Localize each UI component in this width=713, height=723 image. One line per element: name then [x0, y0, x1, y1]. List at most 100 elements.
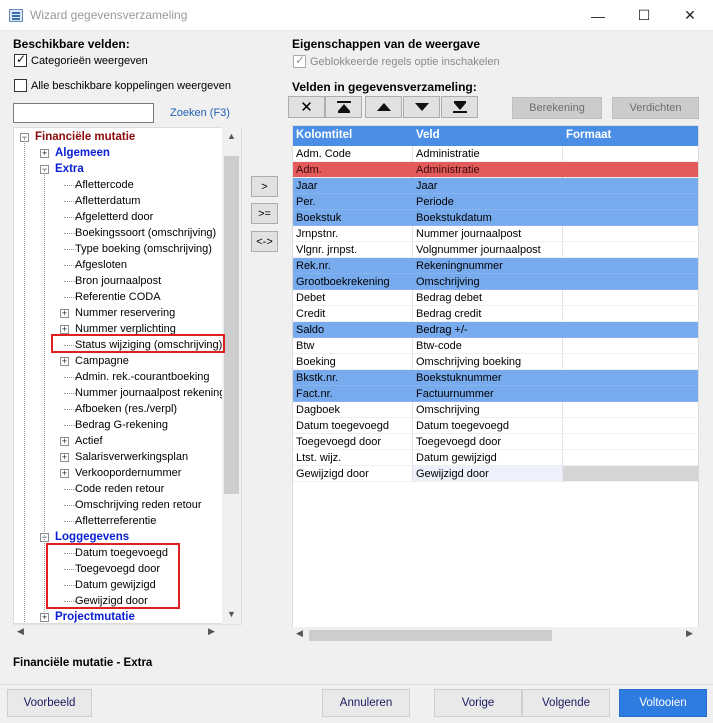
table-row[interactable]: Dagboek Omschrijving: [293, 402, 698, 418]
tree-item[interactable]: Admin. rek.-courantboeking: [14, 369, 241, 385]
move-bottom-button[interactable]: [441, 96, 478, 118]
cell-formaat[interactable]: [563, 162, 698, 178]
cell-kolomtitel[interactable]: Dagboek: [293, 402, 413, 418]
cell-formaat[interactable]: [563, 434, 698, 450]
cell-formaat[interactable]: [563, 354, 698, 370]
tree-item[interactable]: Code reden retour: [14, 481, 241, 497]
maximize-button[interactable]: ☐: [621, 0, 667, 31]
table-row[interactable]: Fact.nr. Factuurnummer: [293, 386, 698, 402]
cell-veld[interactable]: Datum toegevoegd: [413, 418, 563, 434]
expand-icon[interactable]: +: [40, 149, 49, 158]
cell-veld[interactable]: Datum gewijzigd: [413, 450, 563, 466]
expand-icon[interactable]: +: [60, 309, 69, 318]
tree-item[interactable]: Afboeken (res./verpl): [14, 401, 241, 417]
delete-field-button[interactable]: ✕: [288, 96, 325, 118]
categories-checkbox[interactable]: [14, 52, 27, 67]
tree-scroll-thumb[interactable]: [224, 156, 239, 494]
tree-item[interactable]: Bedrag G-rekening: [14, 417, 241, 433]
cell-formaat[interactable]: [563, 322, 698, 338]
table-row[interactable]: Btw Btw-code: [293, 338, 698, 354]
tree-group[interactable]: + Projectmutatie: [14, 609, 241, 623]
cell-veld[interactable]: Omschrijving: [413, 274, 563, 290]
tree-item[interactable]: + Campagne: [14, 353, 241, 369]
tree-item[interactable]: + Salarisverwerkingsplan: [14, 449, 241, 465]
cell-formaat[interactable]: [563, 274, 698, 290]
cell-veld[interactable]: Toegevoegd door: [413, 434, 563, 450]
scroll-down-arrow-icon[interactable]: ▼: [227, 609, 236, 619]
cell-formaat[interactable]: [563, 194, 698, 210]
cell-kolomtitel[interactable]: Saldo: [293, 322, 413, 338]
table-row[interactable]: Grootboekrekening Omschrijving: [293, 274, 698, 290]
search-button[interactable]: Zoeken (F3): [158, 102, 242, 124]
cell-kolomtitel[interactable]: Jrnpstnr.: [293, 226, 413, 242]
cell-formaat[interactable]: [563, 306, 698, 322]
cell-kolomtitel[interactable]: Fact.nr.: [293, 386, 413, 402]
categories-checkbox-row[interactable]: Categorieën weergeven: [14, 52, 148, 67]
cell-kolomtitel[interactable]: Per.: [293, 194, 413, 210]
cell-kolomtitel[interactable]: Vlgnr. jrnpst.: [293, 242, 413, 258]
aggregate-button[interactable]: Verdichten: [612, 97, 699, 119]
tree-group[interactable]: − Financiële mutatie: [14, 129, 241, 145]
cell-veld[interactable]: Bedrag credit: [413, 306, 563, 322]
cell-kolomtitel[interactable]: Debet: [293, 290, 413, 306]
search-input[interactable]: [13, 103, 154, 123]
cell-veld[interactable]: Omschrijving: [413, 402, 563, 418]
cancel-button[interactable]: Annuleren: [322, 689, 410, 717]
tree-group[interactable]: − Extra: [14, 161, 241, 177]
cell-formaat[interactable]: [563, 290, 698, 306]
table-row[interactable]: Saldo Bedrag +/-: [293, 322, 698, 338]
cell-kolomtitel[interactable]: Jaar: [293, 178, 413, 194]
expand-icon[interactable]: +: [60, 453, 69, 462]
cell-veld[interactable]: Boekstuknummer: [413, 370, 563, 386]
column-header-veld[interactable]: Veld: [416, 129, 440, 141]
cell-kolomtitel[interactable]: Rek.nr.: [293, 258, 413, 274]
cell-veld[interactable]: Rekeningnummer: [413, 258, 563, 274]
table-row[interactable]: Debet Bedrag debet: [293, 290, 698, 306]
calculation-button[interactable]: Berekening: [512, 97, 602, 119]
swap-field-button[interactable]: <->: [251, 231, 278, 252]
grid-scroll-thumb[interactable]: [309, 630, 552, 641]
column-header-formaat[interactable]: Formaat: [566, 129, 611, 141]
cell-kolomtitel[interactable]: Toegevoegd door: [293, 434, 413, 450]
tree-item[interactable]: Aflettercode: [14, 177, 241, 193]
cell-kolomtitel[interactable]: Ltst. wijz.: [293, 450, 413, 466]
all-links-checkbox[interactable]: [14, 79, 27, 92]
cell-kolomtitel[interactable]: Datum toegevoegd: [293, 418, 413, 434]
expand-icon[interactable]: +: [60, 437, 69, 446]
preview-button[interactable]: Voorbeeld: [7, 689, 92, 717]
cell-veld[interactable]: Factuurnummer: [413, 386, 563, 402]
table-row[interactable]: Credit Bedrag credit: [293, 306, 698, 322]
tree-item[interactable]: Omschrijving reden retour: [14, 497, 241, 513]
scroll-up-arrow-icon[interactable]: ▲: [227, 131, 236, 141]
cell-kolomtitel[interactable]: Adm. Code: [293, 146, 413, 162]
table-row[interactable]: Gewijzigd door Gewijzigd door: [293, 466, 698, 482]
cell-veld[interactable]: Boekstukdatum: [413, 210, 563, 226]
finish-button[interactable]: Voltooien: [619, 689, 707, 717]
cell-veld[interactable]: Nummer journaalpost: [413, 226, 563, 242]
cell-formaat[interactable]: [563, 402, 698, 418]
tree-item[interactable]: Afletterdatum: [14, 193, 241, 209]
tree-item[interactable]: Boekingssoort (omschrijving): [14, 225, 241, 241]
cell-kolomtitel[interactable]: Boeking: [293, 354, 413, 370]
tree-item[interactable]: Referentie CODA: [14, 289, 241, 305]
table-row[interactable]: Per. Periode: [293, 194, 698, 210]
cell-veld[interactable]: Gewijzigd door: [413, 466, 563, 482]
table-row[interactable]: Bkstk.nr. Boekstuknummer: [293, 370, 698, 386]
cell-formaat[interactable]: [563, 146, 698, 162]
move-up-button[interactable]: [365, 96, 402, 118]
tree-item[interactable]: Afgesloten: [14, 257, 241, 273]
tree-item[interactable]: Type boeking (omschrijving): [14, 241, 241, 257]
close-button[interactable]: ✕: [667, 0, 713, 31]
cell-formaat[interactable]: [563, 370, 698, 386]
cell-kolomtitel[interactable]: Bkstk.nr.: [293, 370, 413, 386]
tree-item[interactable]: Afletterreferentie: [14, 513, 241, 529]
expand-icon[interactable]: +: [60, 325, 69, 334]
tree-item[interactable]: + Nummer reservering: [14, 305, 241, 321]
tree-item[interactable]: Nummer journaalpost rekening-c: [14, 385, 241, 401]
cell-kolomtitel[interactable]: Gewijzigd door: [293, 466, 413, 482]
cell-formaat[interactable]: [563, 242, 698, 258]
cell-kolomtitel[interactable]: Btw: [293, 338, 413, 354]
move-down-button[interactable]: [403, 96, 440, 118]
cell-veld[interactable]: Volgnummer journaalpost: [413, 242, 563, 258]
grid-scroll-left-arrow-icon[interactable]: ◀: [296, 628, 303, 639]
